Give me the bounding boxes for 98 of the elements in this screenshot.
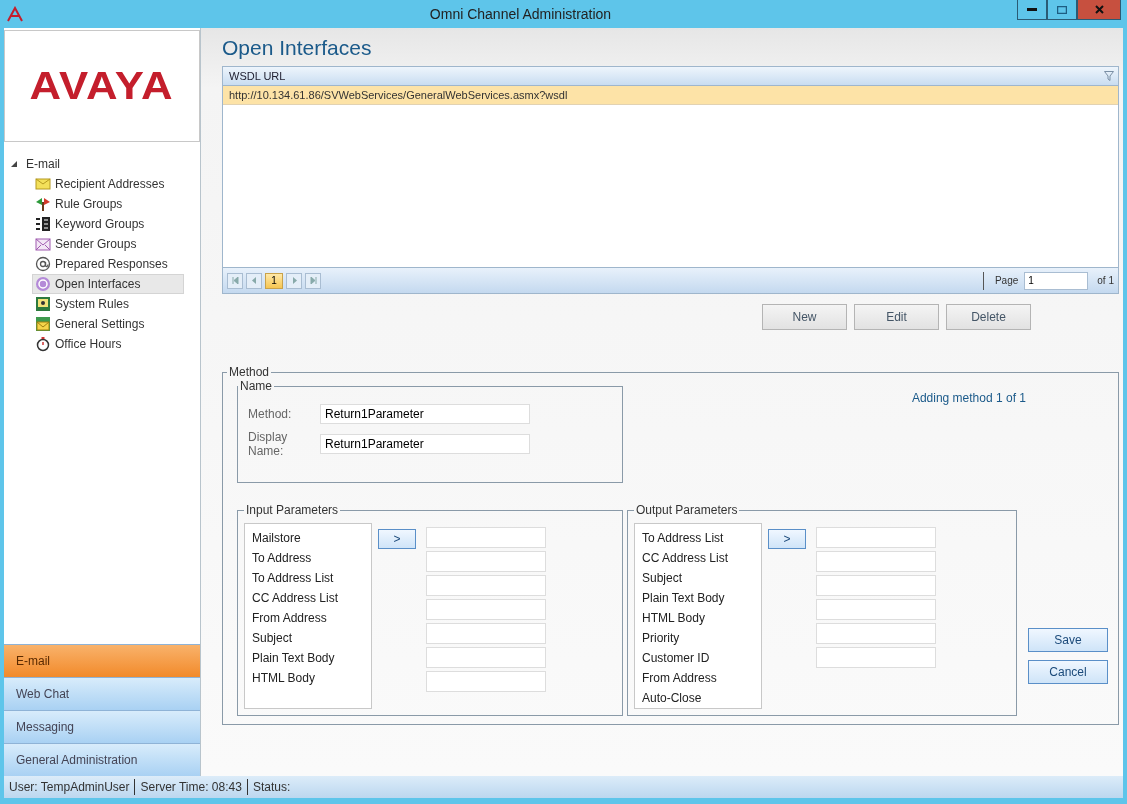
mapping-field[interactable] [816, 575, 936, 596]
next-page-icon [290, 277, 298, 284]
minimize-icon [1027, 7, 1037, 12]
tree-item[interactable]: Keyword Groups [32, 214, 184, 234]
first-page-icon [231, 277, 239, 284]
list-item[interactable]: CC Address List [252, 588, 339, 608]
tree-item[interactable]: System Rules [32, 294, 184, 314]
list-item[interactable]: To Address [252, 548, 312, 568]
mapping-field[interactable] [426, 551, 546, 572]
mapping-field[interactable] [816, 623, 936, 644]
action-button[interactable]: New [762, 304, 847, 330]
first-page-button[interactable] [227, 272, 243, 289]
field-label: Display Name: [248, 430, 289, 458]
status-text: Status: [251, 780, 292, 794]
group-label: Input Parameters [245, 503, 340, 517]
tree-item[interactable]: Sender Groups [32, 234, 184, 254]
tree-item[interactable]: E-mail [26, 157, 60, 171]
mapping-field[interactable] [426, 623, 546, 644]
table-row[interactable]: http://10.134.61.86/SVWebServices/GeneralWebServices.asmx?wsdl [223, 86, 1118, 105]
close-icon [1094, 5, 1104, 14]
group-label: Method [228, 365, 271, 379]
page-number-button[interactable]: 1 [265, 272, 283, 289]
list-item[interactable]: Subject [642, 568, 683, 588]
maximize-icon [1057, 5, 1067, 14]
maximize-button[interactable] [1047, 0, 1077, 20]
list-item[interactable]: From Address [252, 608, 327, 628]
list-item[interactable]: From Address [642, 668, 717, 688]
app-logo-icon [6, 6, 24, 22]
list-icon [35, 216, 51, 232]
field-label: Method: [248, 407, 293, 421]
page-label: Page [994, 275, 1019, 286]
previous-page-icon [250, 277, 258, 284]
tree-item[interactable]: Office Hours [32, 334, 184, 354]
list-item[interactable]: Customer ID [642, 648, 710, 668]
list-item[interactable]: CC Address List [642, 548, 729, 568]
tree-item[interactable]: Rule Groups [32, 194, 184, 214]
nav-button[interactable]: Web Chat [4, 677, 200, 710]
list-item[interactable]: Mailstore [252, 528, 301, 548]
envelope-icon [35, 316, 51, 332]
mapping-field[interactable] [426, 671, 546, 692]
tree-item[interactable]: Recipient Addresses [32, 174, 184, 194]
mapping-field[interactable] [426, 575, 546, 596]
last-page-icon [309, 277, 317, 284]
list-item[interactable]: Plain Text Body [642, 588, 725, 608]
dialog-button[interactable]: Save [1028, 628, 1108, 652]
company-logo: AVAYA [29, 64, 175, 108]
status-text: Server Time: 08:43 [139, 780, 243, 794]
action-button[interactable]: Delete [946, 304, 1031, 330]
mapping-field[interactable] [816, 647, 936, 668]
last-page-button[interactable] [305, 272, 321, 289]
stopwatch-icon [35, 336, 51, 352]
page-field[interactable]: 1 [1024, 271, 1089, 290]
page-total: of 1 [1097, 275, 1114, 286]
list-item[interactable]: Priority [642, 628, 680, 648]
mapping-field[interactable] [816, 599, 936, 620]
list-item[interactable]: Auto-Close [642, 688, 702, 708]
previous-page-button[interactable] [246, 272, 262, 289]
next-page-button[interactable] [286, 272, 302, 289]
move-button[interactable]: > [768, 529, 806, 549]
envelope-icon [35, 236, 51, 252]
signpost-icon [35, 196, 51, 212]
mapping-field[interactable] [816, 527, 936, 548]
page-title: Open Interfaces [222, 36, 373, 60]
text-field[interactable]: Return1Parameter [320, 434, 530, 454]
mapping-field[interactable] [426, 599, 546, 620]
tree-item[interactable]: Open Interfaces [32, 274, 184, 294]
close-button[interactable] [1077, 0, 1121, 20]
group-label: Output Parameters [635, 503, 739, 517]
expander-icon[interactable] [10, 160, 18, 168]
mapping-field[interactable] [426, 647, 546, 668]
monitor-icon [35, 296, 51, 312]
status-text: User: TempAdminUser [8, 780, 131, 794]
filter-icon[interactable] [1104, 71, 1114, 81]
mapping-field[interactable] [426, 527, 546, 548]
tree-item[interactable]: Prepared Responses [32, 254, 184, 274]
dialog-button[interactable]: Cancel [1028, 660, 1108, 684]
window-title: Omni Channel Administration [428, 6, 613, 22]
progress-text: Adding method 1 of 1 [911, 390, 1027, 405]
action-button[interactable]: Edit [854, 304, 939, 330]
nav-button[interactable]: E-mail [4, 644, 200, 677]
column-header[interactable]: WSDL URL [223, 67, 1118, 86]
text-field[interactable]: Return1Parameter [320, 404, 530, 424]
list-item[interactable]: Subject [252, 628, 293, 648]
nav-button[interactable]: Messaging [4, 710, 200, 743]
minimize-button[interactable] [1017, 0, 1047, 20]
group-label: Name [239, 379, 273, 393]
at-sign-icon [35, 256, 51, 272]
list-item[interactable]: To Address List [642, 528, 724, 548]
list-item[interactable]: Plain Text Body [252, 648, 335, 668]
envelope-icon [35, 176, 51, 192]
circle-icon [35, 276, 51, 292]
list-item[interactable]: To Address List [252, 568, 334, 588]
tree-item[interactable]: General Settings [32, 314, 184, 334]
move-button[interactable]: > [378, 529, 416, 549]
mapping-field[interactable] [816, 551, 936, 572]
list-item[interactable]: HTML Body [642, 608, 705, 628]
list-item[interactable]: HTML Body [252, 668, 315, 688]
nav-button[interactable]: General Administration [4, 743, 200, 776]
